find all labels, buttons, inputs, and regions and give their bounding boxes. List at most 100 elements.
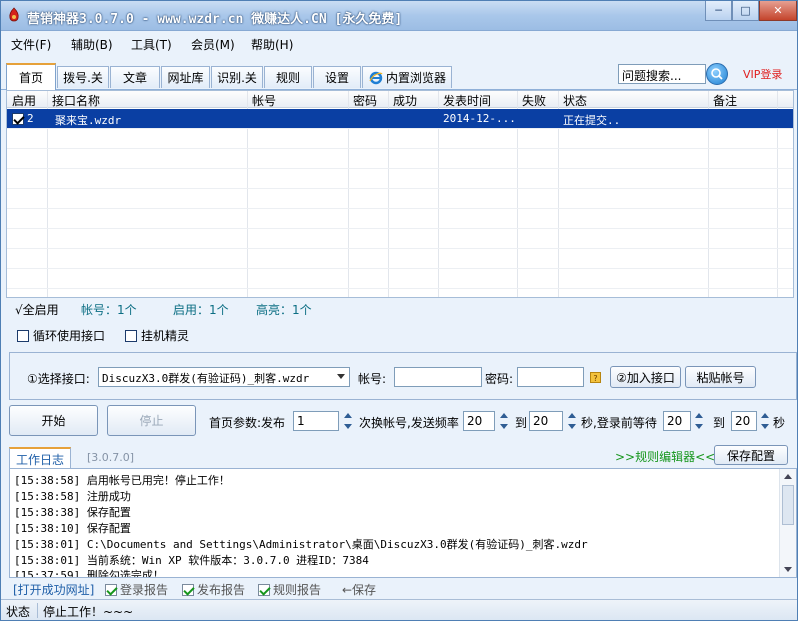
log-line: [15:38:38] 保存配置 xyxy=(14,506,131,519)
app-icon xyxy=(9,7,19,22)
tab-articles[interactable]: 文章 xyxy=(110,66,160,88)
col-status[interactable]: 状态 xyxy=(563,92,587,109)
password-input[interactable] xyxy=(517,367,584,387)
open-success-url-link[interactable]: [打开成功网址] xyxy=(13,581,94,598)
add-interface-button[interactable]: ②加入接口 xyxy=(610,366,681,388)
col-fail[interactable]: 失败 xyxy=(522,92,546,109)
col-success[interactable]: 成功 xyxy=(393,92,417,109)
menu-help[interactable]: 帮助(H) xyxy=(251,36,293,53)
work-log: [15:38:58] 启用帐号已用完！停止工作！ [15:38:58] 注册成功… xyxy=(9,468,797,578)
search-button[interactable] xyxy=(706,63,728,85)
wait-label: 秒,登录前等待 xyxy=(581,416,657,430)
loop-interface-label: 循环使用接口 xyxy=(33,329,106,343)
tab-settings[interactable]: 设置 xyxy=(313,66,361,88)
search-input[interactable]: 问题搜索... xyxy=(618,64,706,84)
col-name[interactable]: 接口名称 xyxy=(52,92,100,109)
report-bar: [打开成功网址] 登录报告 发布报告 规则报告 ←保存 xyxy=(1,579,797,599)
tab-browser-label: 内置浏览器 xyxy=(386,71,447,85)
table-row xyxy=(7,149,793,169)
status-bar: 状态 停止工作！~~~ xyxy=(1,599,797,620)
table-row xyxy=(7,169,793,189)
log-line: [15:38:58] 注册成功 xyxy=(14,490,131,503)
tab-dialup[interactable]: 拨号.关 xyxy=(57,66,109,88)
tab-url-library[interactable]: 网址库 xyxy=(161,66,210,88)
wait-to-spinner[interactable] xyxy=(759,411,771,431)
publish-count-spinner[interactable] xyxy=(342,411,354,431)
menu-assist[interactable]: 辅助(B) xyxy=(71,36,113,53)
tab-browser[interactable]: 内置浏览器 xyxy=(362,66,452,88)
menu-bar: 文件(F) 辅助(B) 工具(T) 会员(M) 帮助(H) xyxy=(1,32,797,56)
hang-option[interactable]: 挂机精灵 xyxy=(125,327,189,344)
rule-report-option[interactable]: 规则报告 xyxy=(258,581,321,598)
start-button[interactable]: 开始 xyxy=(9,405,98,436)
stop-button[interactable]: 停止 xyxy=(107,405,196,436)
tab-rules[interactable]: 规则 xyxy=(264,66,312,88)
table-row xyxy=(7,209,793,229)
row-index: 2 xyxy=(27,112,34,125)
log-scrollbar[interactable] xyxy=(779,469,796,577)
freq-from-spinner[interactable] xyxy=(498,411,510,431)
ie-icon xyxy=(369,71,383,84)
vip-login-link[interactable]: VIP登录 xyxy=(743,66,782,82)
loop-interface-option[interactable]: 循环使用接口 xyxy=(17,327,105,344)
chevron-down-icon xyxy=(337,374,345,379)
search-icon xyxy=(711,68,723,80)
freq-to-spinner[interactable] xyxy=(566,411,578,431)
help-icon[interactable]: ? xyxy=(590,372,601,383)
window-title: 营销神器3.0.7.0 - www.wzdr.cn 微赚达人.CN [永久免费] xyxy=(27,12,403,27)
freq-from-input[interactable]: 20 xyxy=(463,411,495,431)
col-note[interactable]: 备注 xyxy=(713,92,737,109)
save-config-button[interactable]: 保存配置 xyxy=(714,445,788,465)
table-row xyxy=(7,189,793,209)
rule-report-checkbox[interactable] xyxy=(258,583,270,596)
login-report-checkbox[interactable] xyxy=(105,583,117,596)
close-button[interactable]: ✕ xyxy=(759,1,797,21)
log-line: [15:38:58] 启用帐号已用完！停止工作！ xyxy=(14,474,230,487)
log-line: [15:37:59] 删除勾选完成！ xyxy=(14,569,164,578)
tab-work-log[interactable]: 工作日志 xyxy=(9,447,71,469)
interface-select[interactable]: DiscuzX3.0群发(有验证码)_刺客.wzdr xyxy=(98,367,350,387)
account-input[interactable] xyxy=(394,367,482,387)
save-report-link[interactable]: ←保存 xyxy=(342,581,376,598)
publish-count-input[interactable]: 1 xyxy=(293,411,339,431)
all-enable-link[interactable]: √全启用 xyxy=(15,301,59,318)
rule-editor-link[interactable]: >>规则编辑器<< xyxy=(615,448,715,465)
freq-to-input[interactable]: 20 xyxy=(529,411,563,431)
wait-from-spinner[interactable] xyxy=(693,411,705,431)
status-text: 停止工作！~~~ xyxy=(43,605,134,619)
row-enable-checkbox[interactable] xyxy=(12,113,24,125)
login-report-label: 登录报告 xyxy=(120,583,169,597)
login-report-option[interactable]: 登录报告 xyxy=(105,581,168,598)
loop-interface-checkbox[interactable] xyxy=(17,329,29,342)
row-time: 2014-12-... xyxy=(443,112,516,125)
interface-select-value: DiscuzX3.0群发(有验证码)_刺客.wzdr xyxy=(102,372,310,385)
hang-checkbox[interactable] xyxy=(125,329,137,342)
row-name: 聚来宝.wzdr xyxy=(55,114,122,127)
scroll-thumb[interactable] xyxy=(782,485,794,525)
log-line: [15:38:01] 当前系统：Win XP 软件版本：3.0.7.0 进程ID… xyxy=(14,554,369,567)
publish-report-option[interactable]: 发布报告 xyxy=(182,581,245,598)
col-time[interactable]: 发表时间 xyxy=(443,92,491,109)
password-label: 密码: xyxy=(485,372,514,386)
menu-file[interactable]: 文件(F) xyxy=(11,36,51,53)
col-enabled[interactable]: 启用 xyxy=(12,92,36,109)
col-account[interactable]: 帐号 xyxy=(252,92,276,109)
wait-to-input[interactable]: 20 xyxy=(731,411,757,431)
col-password[interactable]: 密码 xyxy=(353,92,377,109)
publish-report-checkbox[interactable] xyxy=(182,583,194,596)
grid-header: 启用 接口名称 帐号 密码 成功 发表时间 失败 状态 备注 xyxy=(7,91,793,108)
log-line: [15:38:01] C:\Documents and Settings\Adm… xyxy=(14,538,588,551)
scroll-up-icon[interactable] xyxy=(784,474,792,479)
wait-from-input[interactable]: 20 xyxy=(663,411,691,431)
paste-account-button[interactable]: 粘贴帐号 xyxy=(685,366,756,388)
maximize-button[interactable]: □ xyxy=(732,1,759,21)
scroll-down-icon[interactable] xyxy=(784,567,792,572)
table-row xyxy=(7,129,793,149)
menu-tools[interactable]: 工具(T) xyxy=(131,36,172,53)
tab-recognize[interactable]: 识别.关 xyxy=(211,66,263,88)
table-row xyxy=(7,249,793,269)
tab-home[interactable]: 首页 xyxy=(6,63,56,90)
minimize-button[interactable]: ─ xyxy=(705,1,732,21)
menu-member[interactable]: 会员(M) xyxy=(191,36,235,53)
table-row[interactable]: 2 聚来宝.wzdr 2014-12-... 正在提交.. xyxy=(7,109,793,129)
